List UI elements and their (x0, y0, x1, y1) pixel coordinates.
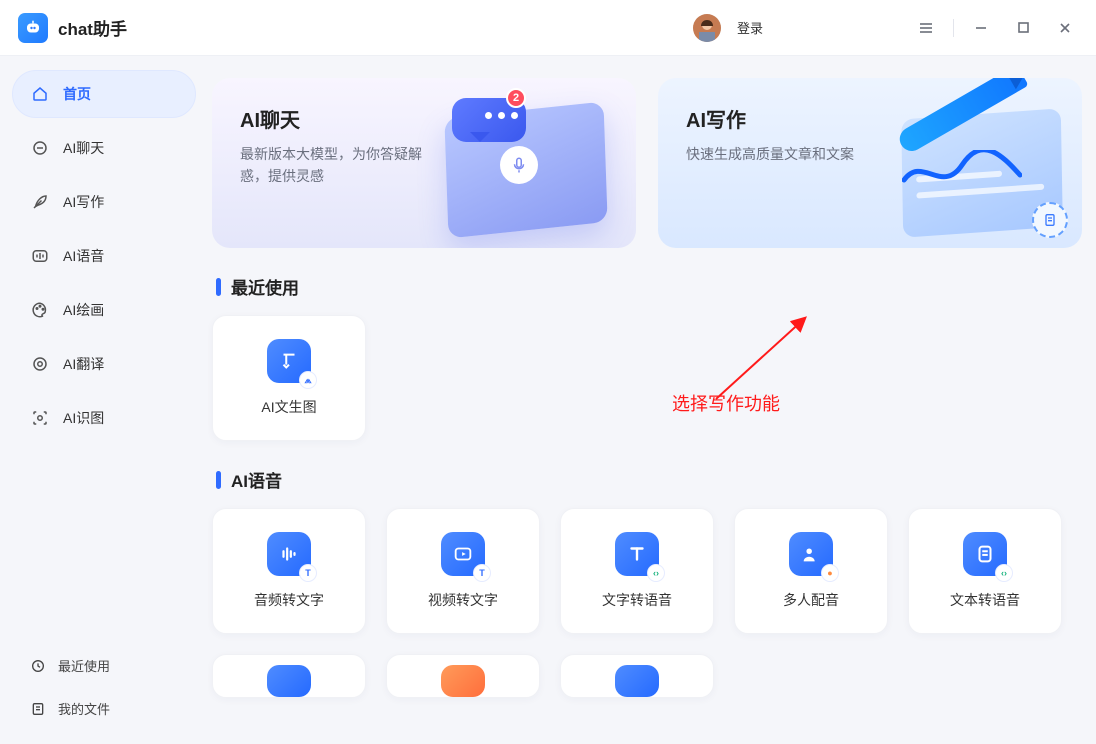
sidebar-item-write[interactable]: AI写作 (12, 178, 196, 226)
app-title: chat助手 (58, 15, 127, 40)
history-icon (30, 658, 46, 674)
text2image-icon: ⩕ (267, 339, 311, 383)
sidebar-bottom-files[interactable]: 我的文件 (12, 687, 196, 730)
wave-icon (31, 247, 49, 265)
sidebar-item-translate[interactable]: AI翻译 (12, 340, 196, 388)
hero-art-write (862, 88, 1072, 238)
sidebar-item-vision[interactable]: AI识图 (12, 394, 196, 442)
sidebar: 首页 AI聊天 AI写作 AI语音 AI绘画 AI翻译 AI识图 (0, 56, 208, 744)
file-icon (30, 701, 46, 717)
image-badge-icon: ⩕ (299, 371, 317, 389)
tool-label: 视频转文字 (428, 590, 498, 610)
video-play-icon: T (441, 532, 485, 576)
sidebar-item-paint[interactable]: AI绘画 (12, 286, 196, 334)
sidebar-bottom-recent[interactable]: 最近使用 (12, 644, 196, 687)
hero-desc: 最新版本大模型，为你答疑解惑，提供灵感 (240, 143, 440, 188)
login-link[interactable]: 登录 (737, 18, 763, 37)
tool-label: AI文生图 (261, 397, 316, 417)
generic-tool-icon (441, 665, 485, 697)
feather-icon (31, 193, 49, 211)
people-icon: ● (789, 532, 833, 576)
tool-card-video2text[interactable]: T 视频转文字 (386, 508, 540, 634)
sidebar-item-label: AI绘画 (63, 300, 104, 320)
avatar[interactable] (693, 14, 721, 42)
palette-icon (31, 301, 49, 319)
section-title-voice: AI语音 (216, 467, 1078, 492)
minimize-icon[interactable] (968, 15, 994, 41)
hamburger-icon[interactable] (913, 15, 939, 41)
sidebar-item-voice[interactable]: AI语音 (12, 232, 196, 280)
text-t-icon: ‹› (615, 532, 659, 576)
sidebar-bottom-label: 我的文件 (58, 699, 110, 718)
tool-label: 音频转文字 (254, 590, 324, 610)
scan-icon (31, 409, 49, 427)
sidebar-item-label: AI语音 (63, 246, 104, 266)
sidebar-item-label: AI写作 (63, 192, 104, 212)
hero-card-chat[interactable]: AI聊天 最新版本大模型，为你答疑解惑，提供灵感 2 (212, 78, 636, 248)
sidebar-bottom-label: 最近使用 (58, 656, 110, 675)
tool-card-partial[interactable] (386, 654, 540, 698)
sidebar-item-home[interactable]: 首页 (12, 70, 196, 118)
sidebar-item-label: AI识图 (63, 408, 104, 428)
sound-badge-icon: ‹› (995, 564, 1013, 582)
titlebar: chat助手 登录 (0, 0, 1096, 56)
sidebar-item-label: AI翻译 (63, 354, 104, 374)
close-icon[interactable] (1052, 15, 1078, 41)
section-title-recent: 最近使用 (216, 274, 1078, 299)
audio-wave-icon: T (267, 532, 311, 576)
sidebar-item-label: AI聊天 (63, 138, 104, 158)
maximize-icon[interactable] (1010, 15, 1036, 41)
tool-label: 文本转语音 (950, 590, 1020, 610)
tool-label: 文字转语音 (602, 590, 672, 610)
sound-badge-icon: ‹› (647, 564, 665, 582)
notification-badge: 2 (506, 88, 526, 108)
tool-card-multidub[interactable]: ● 多人配音 (734, 508, 888, 634)
tool-card-text2audio[interactable]: ‹› 文本转语音 (908, 508, 1062, 634)
main-content: AI聊天 最新版本大模型，为你答疑解惑，提供灵感 2 AI写作 快速生成高质量文… (208, 56, 1096, 744)
app-logo (18, 13, 48, 43)
tool-card-audio2text[interactable]: T 音频转文字 (212, 508, 366, 634)
translate-icon (31, 355, 49, 373)
generic-tool-icon (267, 665, 311, 697)
generic-tool-icon (615, 665, 659, 697)
tool-card-partial[interactable] (212, 654, 366, 698)
document-icon: ‹› (963, 532, 1007, 576)
hero-card-write[interactable]: AI写作 快速生成高质量文章和文案 (658, 78, 1082, 248)
mic-badge-icon: ● (821, 564, 839, 582)
tool-card-partial[interactable] (560, 654, 714, 698)
hero-desc: 快速生成高质量文章和文案 (686, 143, 886, 165)
tool-card-text2image[interactable]: ⩕ AI文生图 (212, 315, 366, 441)
home-icon (31, 85, 49, 103)
text-badge-icon: T (473, 564, 491, 582)
tool-card-text2speech[interactable]: ‹› 文字转语音 (560, 508, 714, 634)
text-badge-icon: T (299, 564, 317, 582)
tool-label: 多人配音 (783, 590, 839, 610)
chat-icon (31, 139, 49, 157)
sidebar-item-chat[interactable]: AI聊天 (12, 124, 196, 172)
sidebar-item-label: 首页 (63, 84, 91, 104)
hero-art-chat: 2 (416, 88, 626, 238)
